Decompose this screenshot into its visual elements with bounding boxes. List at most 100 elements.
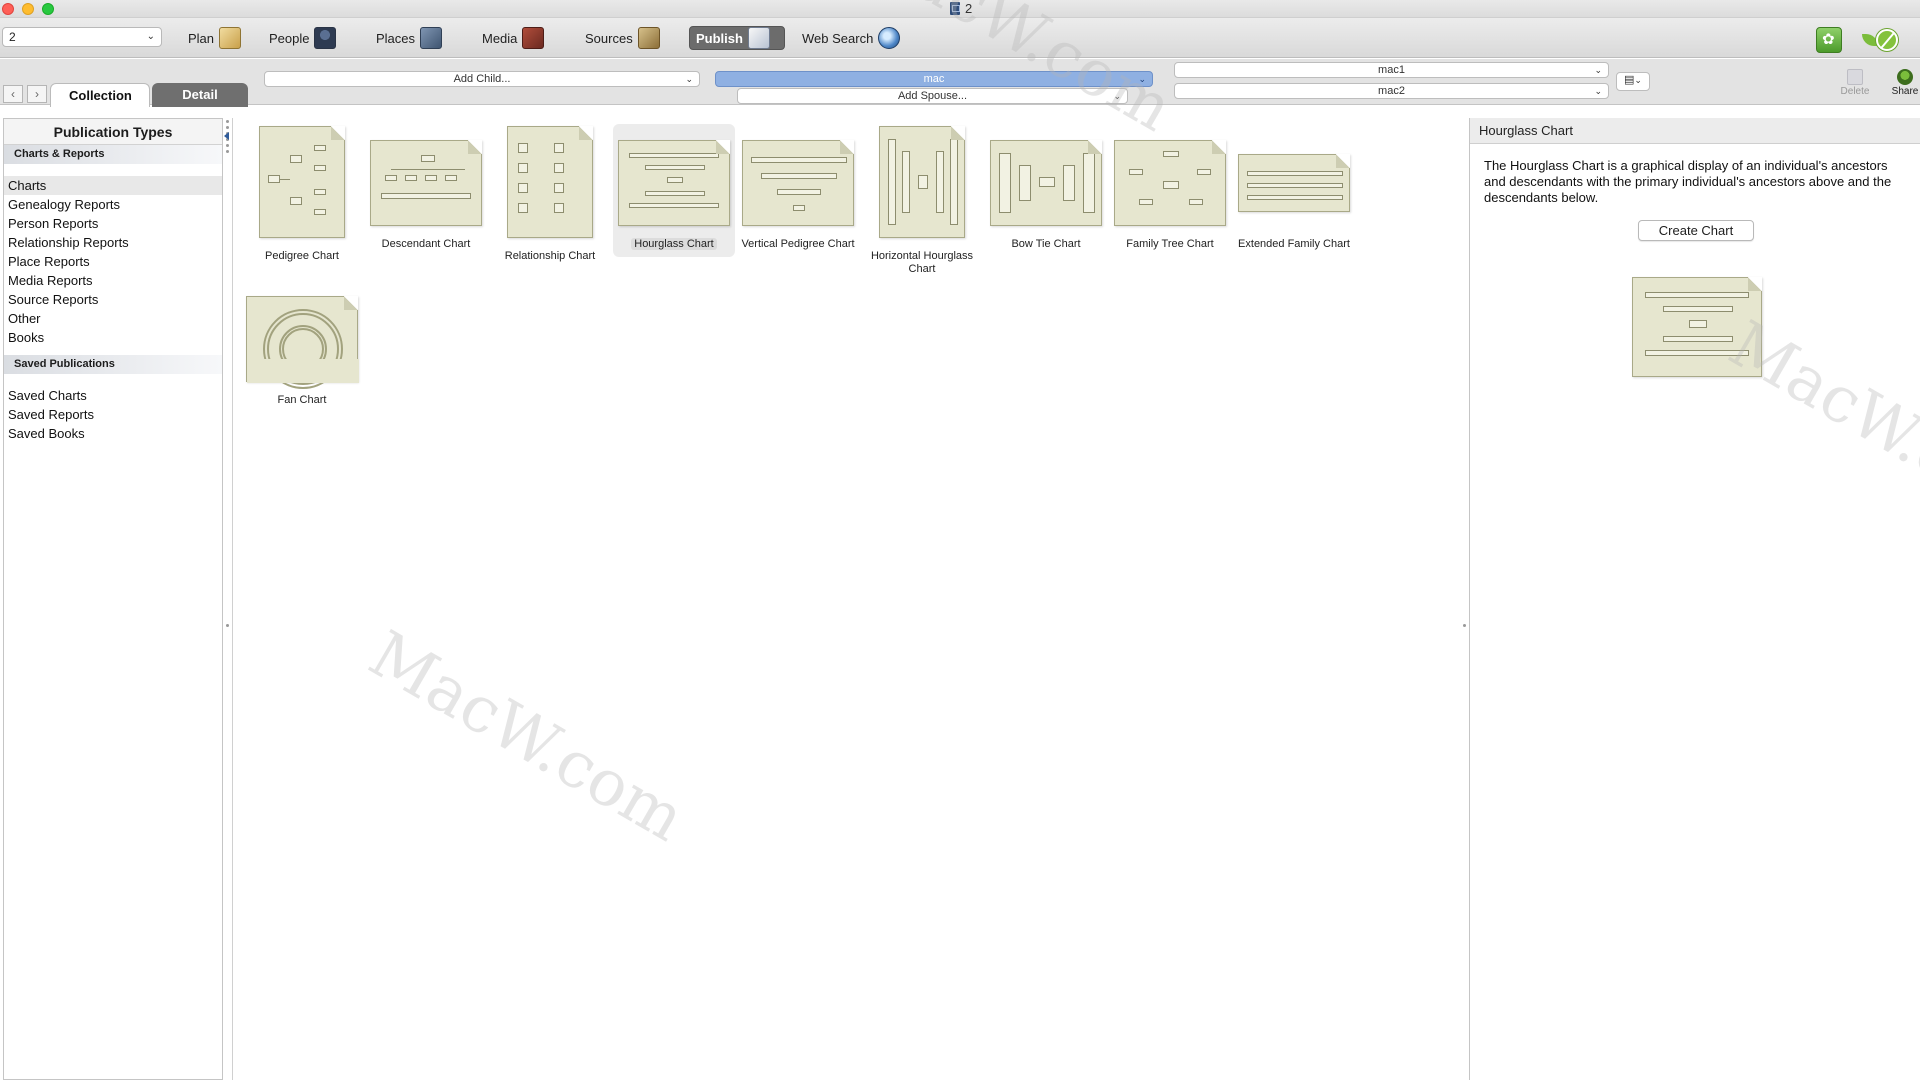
sidebar-item-saved-charts[interactable]: Saved Charts [4,386,222,405]
add-child-select[interactable]: Add Child... ⌄ [264,71,700,87]
extended-family-chart-thumbnail [1238,154,1350,212]
toolbar-publish-button[interactable]: Publish [689,26,785,50]
chart-card-fan[interactable]: Fan Chart [241,282,363,407]
chart-card-descendant[interactable]: Descendant Chart [365,126,487,251]
tab-collection-label: Collection [69,88,132,103]
chart-card-vertical-pedigree[interactable]: Vertical Pedigree Chart [737,126,859,251]
sidebar-item-genealogy-reports[interactable]: Genealogy Reports [4,195,222,214]
toolbar-people-button[interactable]: People [263,26,342,50]
share-icon [1897,69,1913,85]
card-view-icon: ▤ [1624,74,1635,86]
sources-label: Sources [585,30,633,46]
chart-card-label: Hourglass Chart [613,238,735,251]
title-bar: 2 [0,0,1920,18]
sidebar-item-place-reports[interactable]: Place Reports [4,252,222,271]
chart-card-bow-tie[interactable]: Bow Tie Chart [985,126,1107,251]
detail-title: Hourglass Chart [1470,118,1920,144]
toolbar-media-button[interactable]: Media [476,26,550,50]
web-search-label: Web Search [802,30,874,46]
hourglass-chart-thumbnail [618,140,730,226]
descendant-chart-thumbnail [370,140,482,226]
media-icon [522,27,545,49]
father-select[interactable]: mac1 ⌄ [1174,62,1609,78]
sidebar-item-source-reports[interactable]: Source Reports [4,290,222,309]
horizontal-hourglass-chart-thumbnail [879,126,965,238]
chart-card-pedigree[interactable]: Pedigree Chart [241,126,363,263]
chart-card-label: Horizontal Hourglass Chart [870,250,974,275]
mother-label: mac2 [1378,85,1405,97]
sidebar-item-saved-books[interactable]: Saved Books [4,424,222,443]
toolbar-web-search-button[interactable]: Web Search [796,26,906,50]
family-bar: ‹ › Collection Detail Add Child... ⌄ mac… [0,59,1920,107]
delete-label: Delete [1840,86,1870,97]
chart-card-family-tree[interactable]: Family Tree Chart [1109,126,1231,251]
family-tree-chart-thumbnail [1114,140,1226,226]
delete-button[interactable]: Delete [1838,69,1872,97]
left-splitter-handle[interactable] [224,118,232,1080]
sidebar-item-other[interactable]: Other [4,309,222,328]
back-button[interactable]: ‹ [3,85,23,103]
publication-types-sidebar: Publication Types Charts & Reports Chart… [3,118,223,1080]
sidebar-item-charts[interactable]: Charts [4,176,222,195]
tab-detail[interactable]: Detail [152,83,248,107]
treesync-button[interactable] [1862,27,1898,53]
chevron-down-icon: ⌄ [685,74,693,84]
chart-card-hourglass[interactable]: Hourglass Chart [613,124,735,257]
tree-select[interactable]: 2 ⌄ [2,27,162,47]
chevron-down-icon: ⌄ [146,31,155,42]
chevron-down-icon: ⌄ [1594,65,1602,75]
pedigree-chart-thumbnail [259,126,345,238]
chart-card-label: Pedigree Chart [265,250,339,262]
plan-label: Plan [188,30,215,46]
person-select[interactable]: mac ⌄ [715,71,1153,87]
share-button[interactable]: Share [1888,69,1920,97]
chart-gallery: Pedigree Chart Descendant Chart Relation… [232,118,1460,1080]
minimize-window-button[interactable] [22,3,34,15]
window-title-text: 2 [965,1,973,16]
chart-card-label: Extended Family Chart [1238,238,1350,250]
sidebar-item-relationship-reports[interactable]: Relationship Reports [4,233,222,252]
delete-icon [1847,69,1863,85]
chart-card-relationship[interactable]: Relationship Chart [489,126,611,263]
zoom-window-button[interactable] [42,3,54,15]
tab-collection[interactable]: Collection [50,83,150,107]
people-label: People [269,30,310,46]
father-label: mac1 [1378,64,1405,76]
chevron-down-icon: ⌄ [1594,86,1602,96]
create-chart-button[interactable]: Create Chart [1638,220,1754,241]
web-search-icon [878,27,901,49]
right-splitter-handle[interactable] [1461,118,1469,1080]
chart-card-label: Descendant Chart [381,238,471,250]
sidebar-item-saved-reports[interactable]: Saved Reports [4,405,222,424]
toolbar-plan-button[interactable]: Plan [182,26,247,50]
chart-card-label: Family Tree Chart [1126,238,1214,250]
sidebar-item-person-reports[interactable]: Person Reports [4,214,222,233]
sidebar-item-books[interactable]: Books [4,328,222,347]
publish-label: Publish [696,30,743,46]
window-title: 2 [950,1,972,16]
places-icon [420,27,443,49]
close-window-button[interactable] [2,3,14,15]
forward-button[interactable]: › [27,85,47,103]
publish-icon [747,27,770,49]
share-label: Share [1891,86,1919,97]
add-spouse-select[interactable]: Add Spouse... ⌄ [737,88,1128,104]
chart-card-label: Fan Chart [277,394,327,406]
toolbar-sources-button[interactable]: Sources [579,26,666,50]
sidebar-item-media-reports[interactable]: Media Reports [4,271,222,290]
vertical-pedigree-chart-thumbnail [742,140,854,226]
add-child-label: Add Child... [453,73,511,85]
toolbar-places-button[interactable]: Places [370,26,448,50]
plan-icon [219,27,242,49]
chart-detail-panel: Hourglass Chart The Hourglass Chart is a… [1469,118,1920,1080]
chevron-down-icon: ⌄ [1113,91,1121,101]
view-options-button[interactable]: ▤⌄ [1616,72,1650,91]
familysearch-tree-button[interactable] [1816,27,1842,53]
chevron-down-icon: ⌄ [1138,74,1146,84]
mother-select[interactable]: mac2 ⌄ [1174,83,1609,99]
chart-card-extended-family[interactable]: Extended Family Chart [1233,126,1355,251]
detail-description: The Hourglass Chart is a graphical displ… [1484,158,1892,205]
chart-card-horizontal-hourglass[interactable]: Horizontal Hourglass Chart [861,126,983,276]
tree-select-value: 2 [9,30,16,44]
bow-tie-chart-thumbnail [990,140,1102,226]
